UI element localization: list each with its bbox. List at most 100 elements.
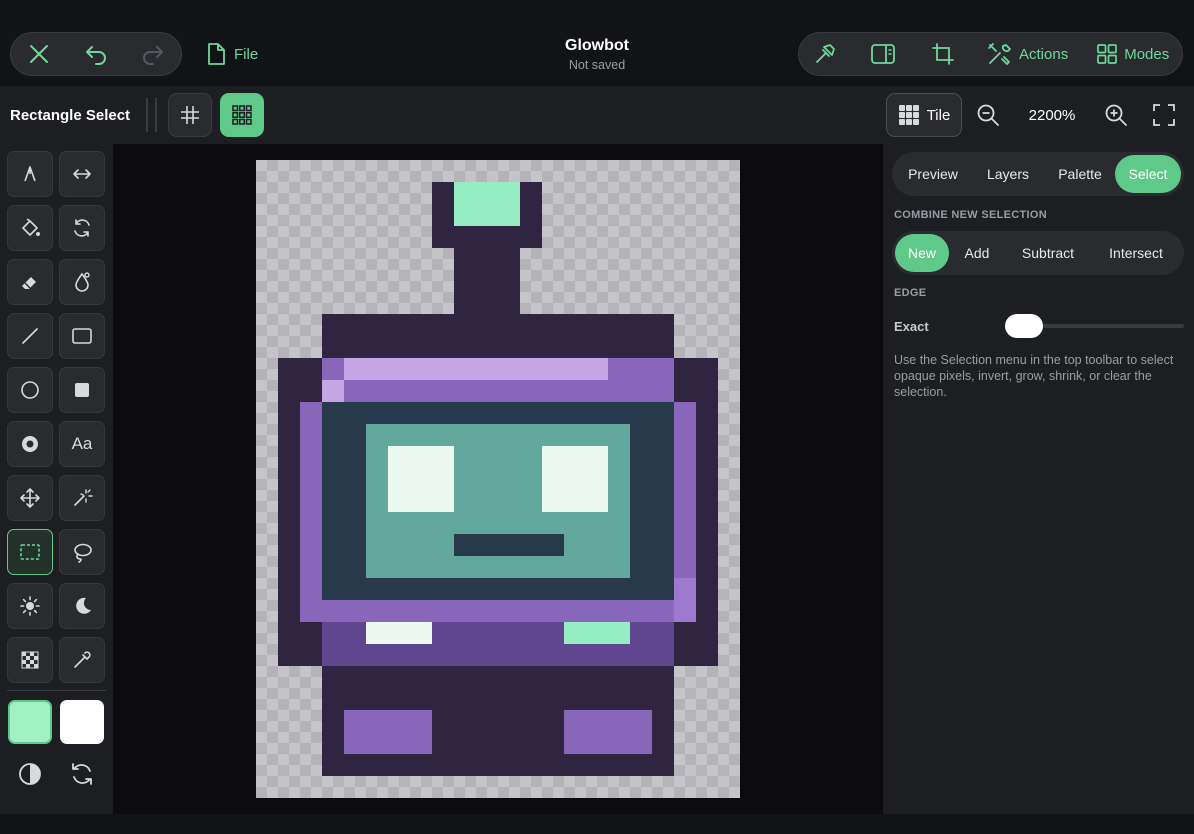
fullscreen-icon	[1153, 104, 1175, 126]
secondary-color-swatch[interactable]	[60, 700, 104, 744]
contrast-icon	[19, 763, 41, 785]
line-tool[interactable]	[7, 313, 53, 359]
crop-button[interactable]	[915, 32, 971, 76]
lighten-tool[interactable]	[7, 583, 53, 629]
document-title[interactable]: Glowbot	[497, 37, 697, 55]
actions-label: Actions	[1019, 45, 1069, 63]
combine-new[interactable]: New	[895, 234, 949, 272]
rectangle-select-tool[interactable]	[7, 529, 53, 575]
pen-icon	[24, 166, 36, 182]
primary-color-swatch[interactable]	[8, 700, 52, 744]
brush-settings-button[interactable]	[799, 32, 851, 76]
marquee-icon	[20, 544, 40, 560]
combine-heading: COMBINE NEW SELECTION	[894, 209, 1047, 221]
tab-layers[interactable]: Layers	[971, 155, 1045, 193]
toolbar-divider	[146, 98, 148, 132]
magic-wand-icon	[74, 489, 93, 506]
refresh-icon	[74, 219, 90, 237]
zoom-level[interactable]: 2200%	[1014, 107, 1090, 124]
eyedropper-icon	[74, 651, 91, 668]
app-controls: Actions Modes	[798, 32, 1183, 76]
fit-screen-button[interactable]	[1150, 101, 1178, 129]
tile-grid-toggle[interactable]	[220, 93, 264, 137]
file-icon	[208, 43, 225, 65]
hash-icon	[181, 106, 199, 124]
zoom-in-icon	[1105, 104, 1127, 126]
redo-button[interactable]	[124, 32, 181, 76]
selection-help-text: Use the Selection menu in the top toolba…	[894, 353, 1174, 399]
combine-mode-segment: New Add Subtract Intersect	[892, 231, 1184, 275]
dither-tool[interactable]	[7, 637, 53, 683]
tab-select[interactable]: Select	[1115, 155, 1181, 193]
edge-slider-thumb[interactable]	[1005, 314, 1043, 338]
tile-label: Tile	[926, 106, 951, 124]
file-menu-button[interactable]: File	[206, 42, 258, 66]
close-button[interactable]	[11, 32, 68, 76]
toolbar-divider	[155, 98, 157, 132]
line-icon	[22, 328, 38, 344]
eraser-tool[interactable]	[7, 259, 53, 305]
close-icon	[30, 45, 49, 63]
history-controls	[10, 32, 182, 76]
swap-colors-button[interactable]	[69, 761, 95, 787]
rectangle-tool[interactable]	[59, 313, 105, 359]
undo-icon	[86, 46, 106, 65]
rotate-tool[interactable]	[59, 205, 105, 251]
combine-add[interactable]: Add	[949, 234, 1005, 272]
ellipse-tool[interactable]	[7, 367, 53, 413]
tile-mode-button[interactable]: Tile	[886, 93, 962, 137]
grid-icon	[1097, 44, 1118, 64]
modes-label: Modes	[1124, 45, 1170, 63]
actions-button[interactable]: Actions	[979, 32, 1076, 76]
sidebar-icon	[871, 44, 895, 64]
combine-intersect[interactable]: Intersect	[1091, 234, 1181, 272]
circle-icon	[21, 381, 39, 399]
moon-icon	[76, 597, 91, 614]
filled-ellipse-tool[interactable]	[7, 421, 53, 467]
fill-tool[interactable]	[7, 205, 53, 251]
lasso-tool[interactable]	[59, 529, 105, 575]
sun-icon	[20, 596, 40, 616]
combine-subtract[interactable]: Subtract	[1005, 234, 1091, 272]
lasso-icon	[74, 543, 92, 563]
swap-contrast-button[interactable]	[17, 761, 43, 787]
modes-button[interactable]: Modes	[1088, 32, 1177, 76]
tab-preview[interactable]: Preview	[895, 155, 971, 193]
checkerboard-icon	[21, 651, 39, 669]
pen-tool[interactable]	[7, 151, 53, 197]
sidebar-divider	[7, 690, 106, 691]
darken-tool[interactable]	[59, 583, 105, 629]
tile-icon	[898, 105, 919, 125]
text-tool[interactable]: Aa	[59, 421, 105, 467]
rectangle-icon	[72, 328, 92, 344]
drop-icon	[75, 272, 90, 292]
tab-palette[interactable]: Palette	[1045, 155, 1115, 193]
undo-button[interactable]	[68, 32, 125, 76]
paint-bucket-icon	[22, 218, 40, 236]
redo-icon	[142, 46, 163, 65]
move-icon	[20, 488, 40, 508]
toggle-panel-button[interactable]	[851, 32, 915, 76]
magic-wand-tool[interactable]	[59, 475, 105, 521]
eraser-icon	[22, 277, 36, 289]
zoom-out-button[interactable]	[974, 101, 1002, 129]
zoom-out-icon	[977, 104, 999, 126]
dots-grid-icon	[232, 105, 252, 125]
text-tool-label: Aa	[71, 434, 93, 453]
eyedropper-tool[interactable]	[59, 637, 105, 683]
swap-icon	[72, 763, 92, 785]
crop-icon	[932, 43, 954, 65]
pixel-canvas[interactable]	[256, 160, 740, 798]
mirror-tool[interactable]	[59, 151, 105, 197]
arrows-horizontal-icon	[73, 169, 91, 179]
move-tool[interactable]	[7, 475, 53, 521]
zoom-in-button[interactable]	[1102, 101, 1130, 129]
pixel-grid-toggle[interactable]	[168, 93, 212, 137]
tools-icon	[988, 43, 1011, 65]
current-tool-name: Rectangle Select	[10, 107, 131, 124]
bottom-bar	[0, 814, 1194, 834]
filled-rectangle-tool[interactable]	[59, 367, 105, 413]
edge-exact-label: Exact	[894, 319, 929, 334]
hammer-icon	[816, 44, 835, 63]
smudge-tool[interactable]	[59, 259, 105, 305]
